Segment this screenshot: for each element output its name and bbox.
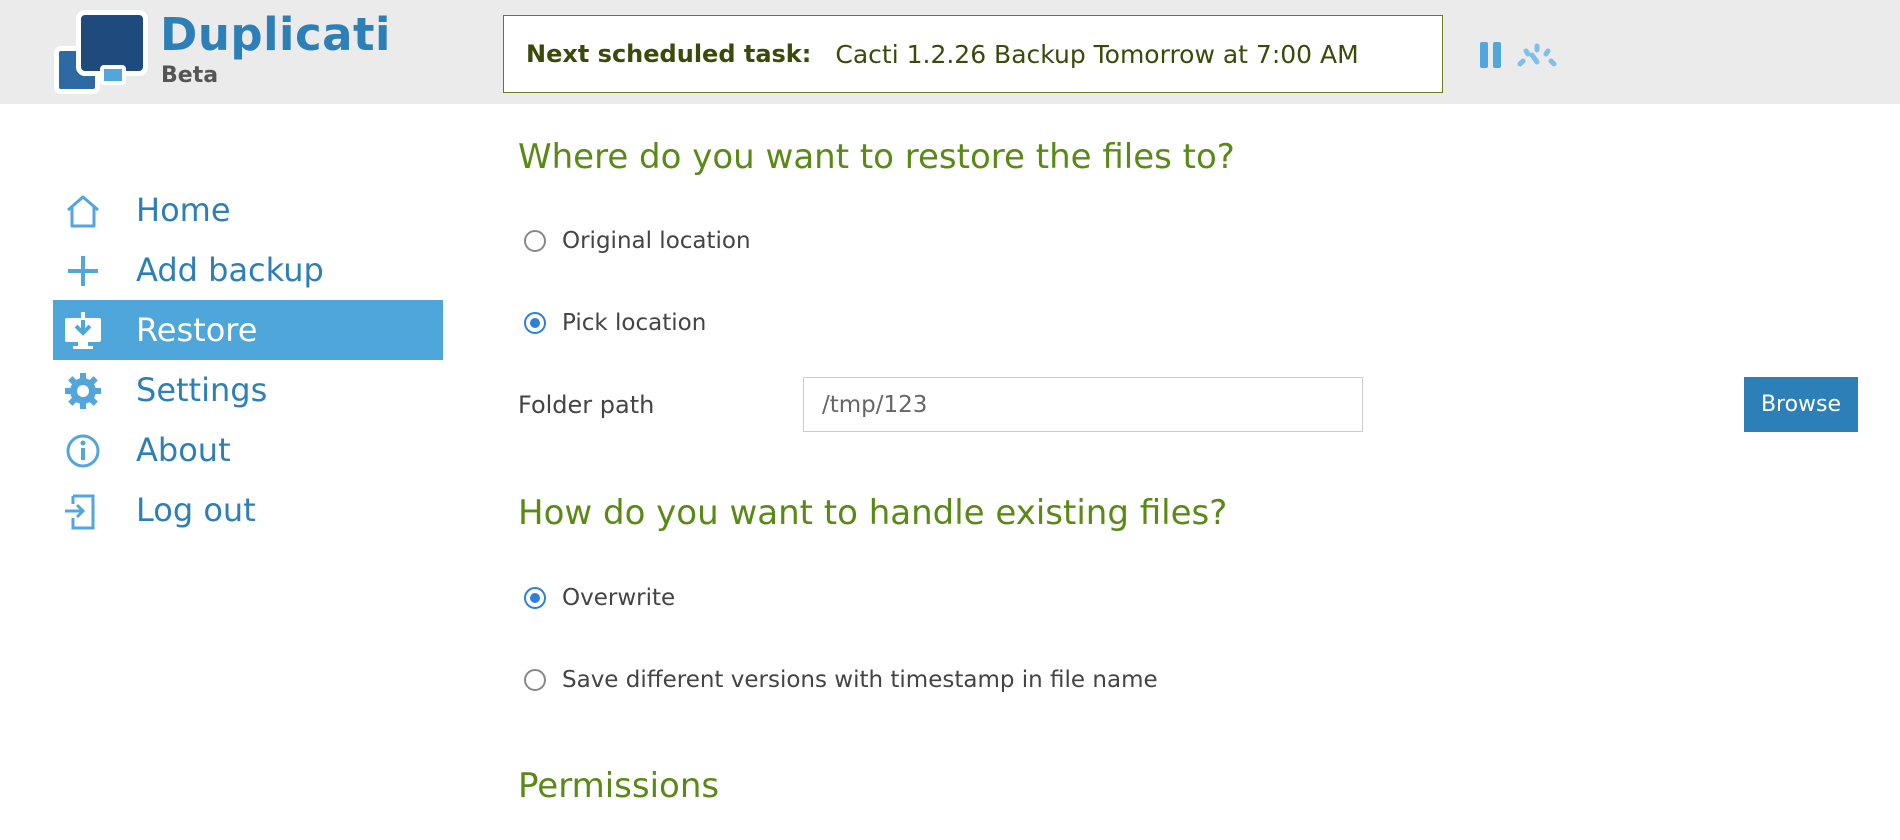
gear-icon <box>65 373 101 409</box>
folder-path-label: Folder path <box>518 391 655 419</box>
permissions-title: Permissions <box>518 766 720 806</box>
radio-original-location[interactable]: Original location <box>524 228 751 254</box>
radio-button[interactable] <box>524 587 546 609</box>
sidebar-item-log-out[interactable]: Log out <box>53 480 443 540</box>
folder-path-input[interactable] <box>803 377 1363 432</box>
logout-icon <box>65 494 95 530</box>
restore-location-title: Where do you want to restore the files t… <box>518 137 1235 177</box>
radio-overwrite[interactable]: Overwrite <box>524 585 675 611</box>
sidebar-item-add-backup[interactable]: Add backup <box>53 240 443 300</box>
duplicati-logo[interactable] <box>54 10 150 94</box>
sidebar-item-label: Home <box>136 191 231 229</box>
sidebar-nav: Home Add backup Restore Settings About L… <box>53 180 443 540</box>
sidebar-item-home[interactable]: Home <box>53 180 443 240</box>
existing-files-title: How do you want to handle existing files… <box>518 493 1228 533</box>
radio-pick-location[interactable]: Pick location <box>524 310 706 336</box>
info-icon <box>66 434 100 468</box>
sidebar-item-label: About <box>136 431 231 469</box>
restore-monitor-icon <box>65 312 101 349</box>
radio-button[interactable] <box>524 312 546 334</box>
sidebar-item-label: Restore <box>136 311 258 349</box>
radio-label: Original location <box>562 228 751 254</box>
radio-button[interactable] <box>524 669 546 691</box>
restore-options-panel: Where do you want to restore the files t… <box>518 0 1858 840</box>
sidebar-item-about[interactable]: About <box>53 420 443 480</box>
home-icon <box>67 195 99 228</box>
app-title: Duplicati <box>160 8 391 61</box>
radio-button[interactable] <box>524 230 546 252</box>
sidebar-item-label: Add backup <box>136 251 324 289</box>
sidebar-item-label: Log out <box>136 491 256 529</box>
sidebar-item-settings[interactable]: Settings <box>53 360 443 420</box>
radio-label: Save different versions with timestamp i… <box>562 667 1158 693</box>
app-subtitle: Beta <box>161 63 219 88</box>
sidebar-item-label: Settings <box>136 371 268 409</box>
plus-icon <box>68 256 98 286</box>
browse-button[interactable]: Browse <box>1744 377 1858 432</box>
radio-save-versions[interactable]: Save different versions with timestamp i… <box>524 667 1158 693</box>
radio-label: Pick location <box>562 310 707 336</box>
sidebar-item-restore[interactable]: Restore <box>53 300 443 360</box>
radio-label: Overwrite <box>562 585 676 611</box>
